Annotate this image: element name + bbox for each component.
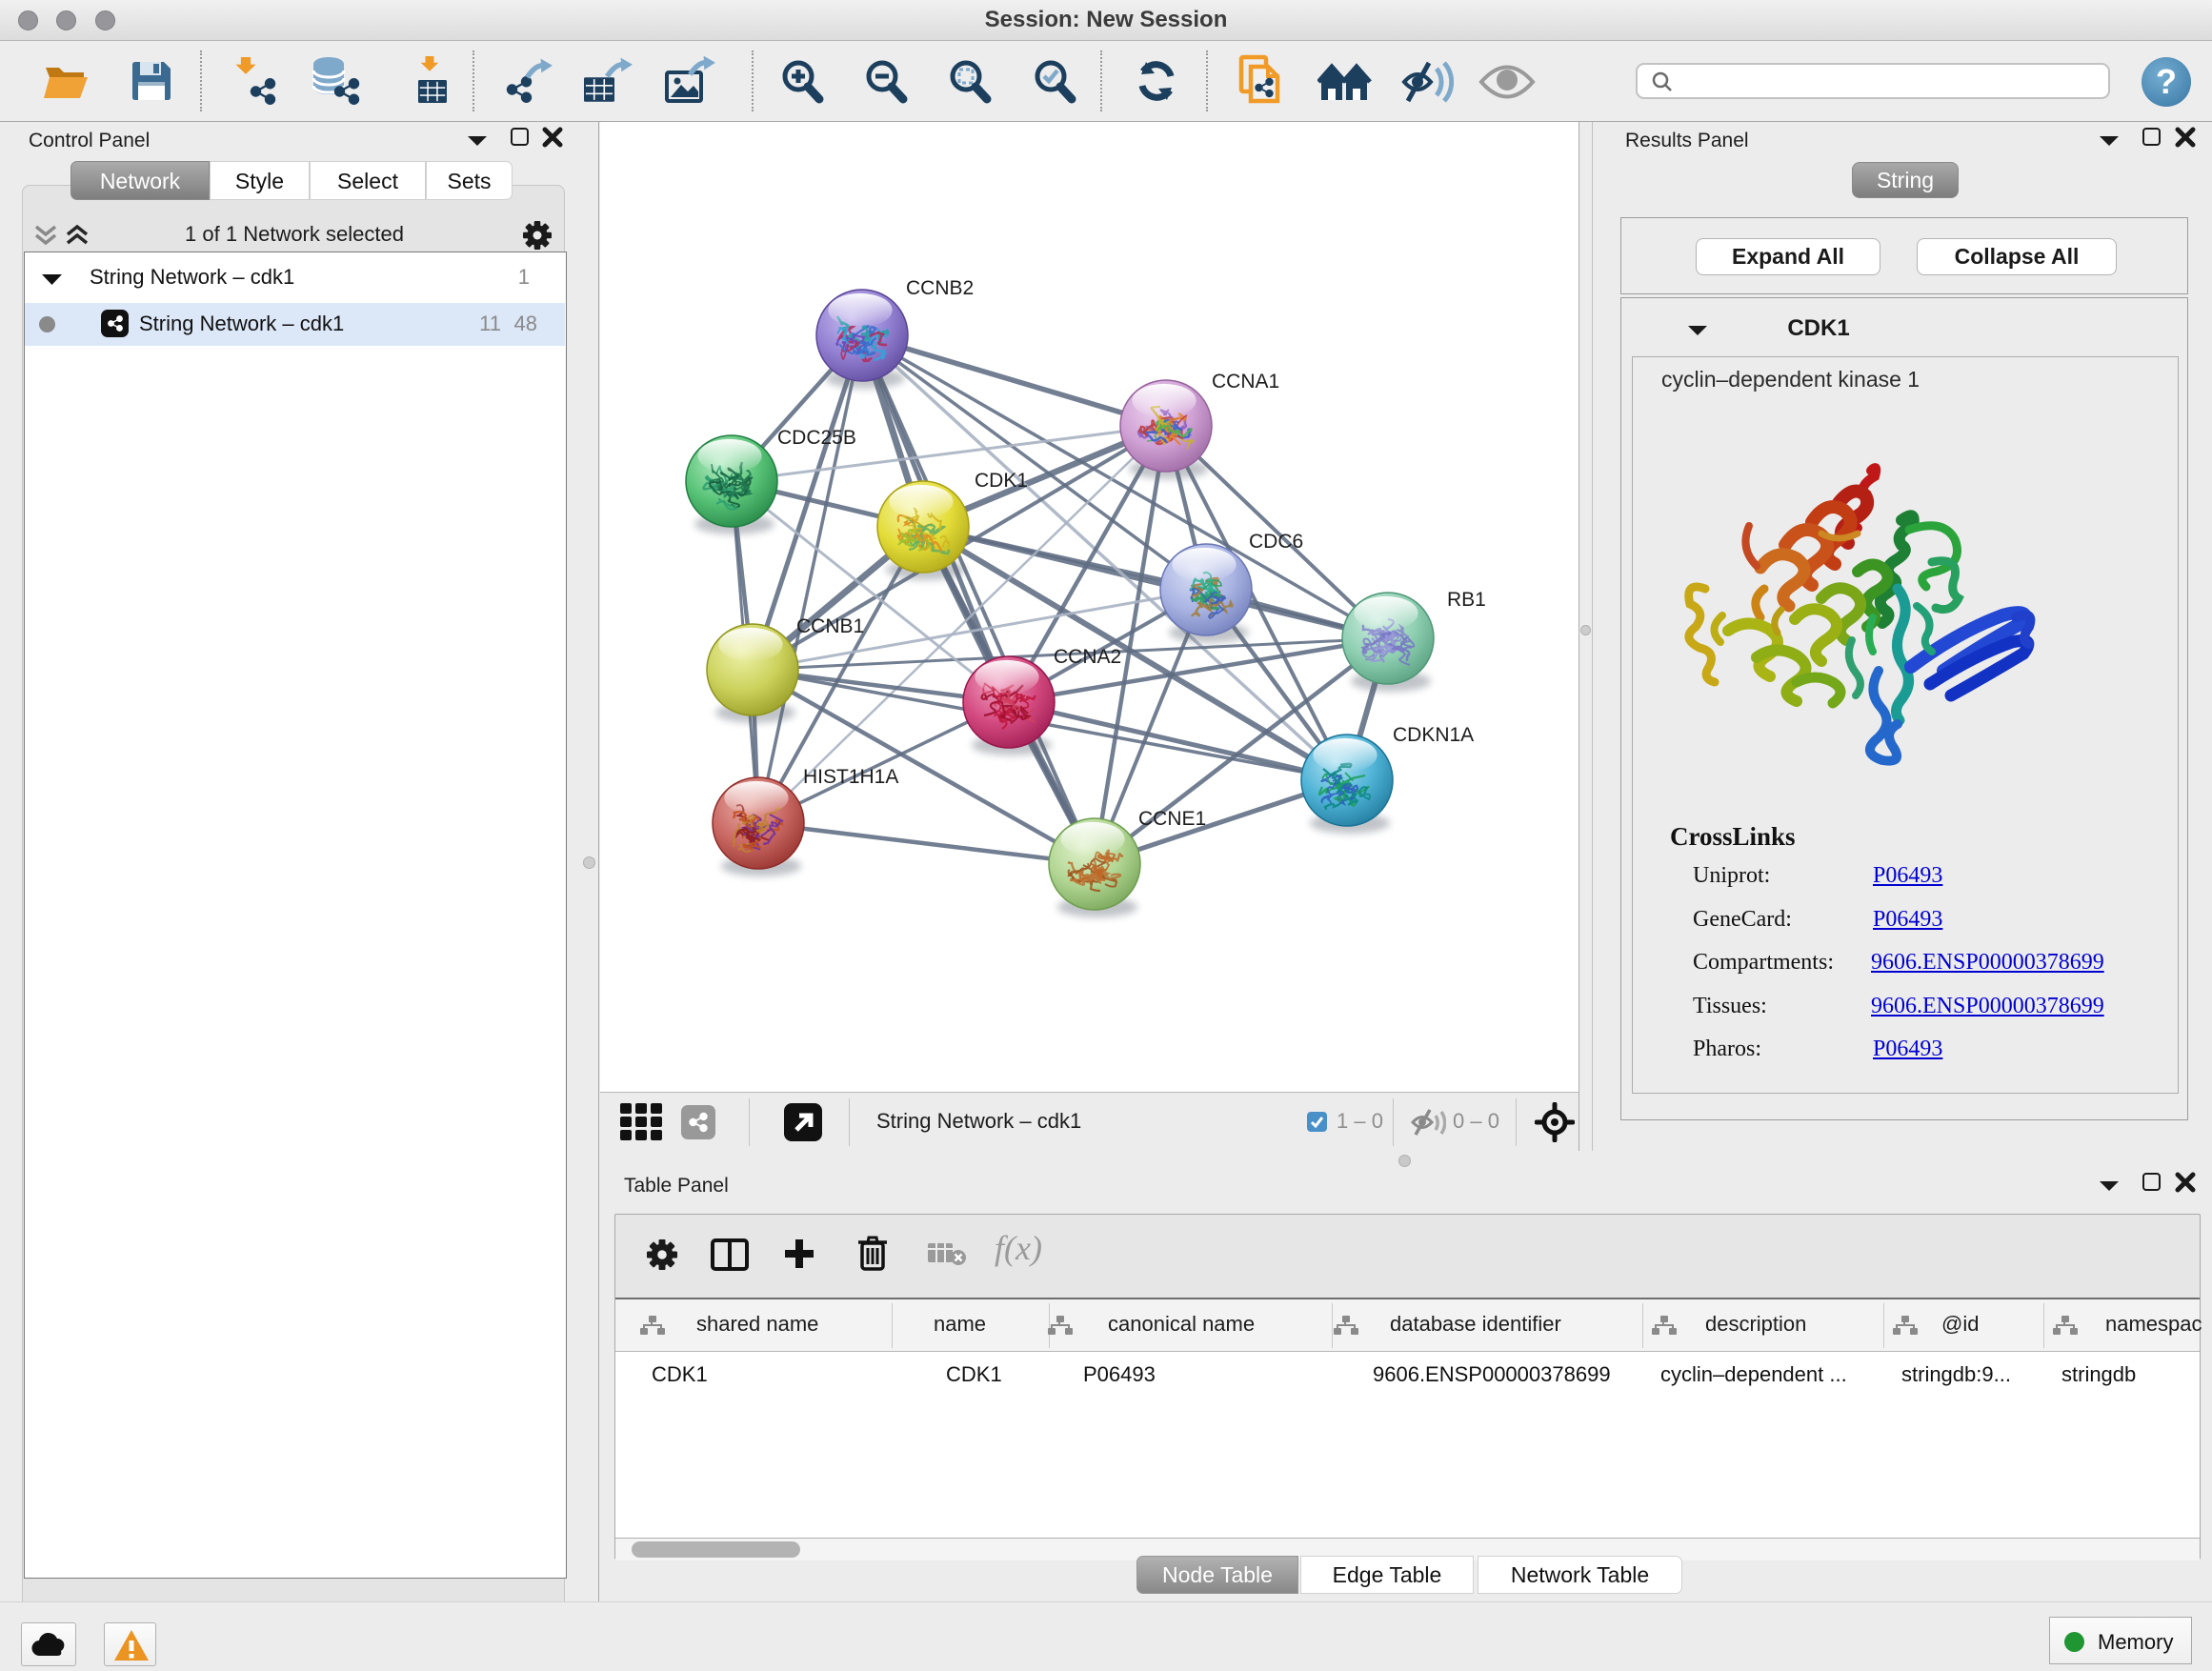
svg-text:CCNA2: CCNA2	[1054, 646, 1121, 668]
svg-text:CCNE1: CCNE1	[1138, 808, 1206, 830]
svg-text:CDKN1A: CDKN1A	[1393, 724, 1474, 746]
svg-text:CCNB1: CCNB1	[796, 615, 864, 637]
svg-text:CDC25B: CDC25B	[777, 427, 856, 449]
svg-text:RB1: RB1	[1447, 589, 1486, 611]
svg-text:CDC6: CDC6	[1249, 531, 1303, 553]
svg-text:CCNA1: CCNA1	[1212, 371, 1279, 393]
svg-text:?: ?	[2156, 62, 2177, 101]
svg-text:CDK1: CDK1	[975, 470, 1028, 492]
svg-text:CCNB2: CCNB2	[906, 277, 974, 299]
svg-text:HIST1H1A: HIST1H1A	[803, 766, 898, 788]
